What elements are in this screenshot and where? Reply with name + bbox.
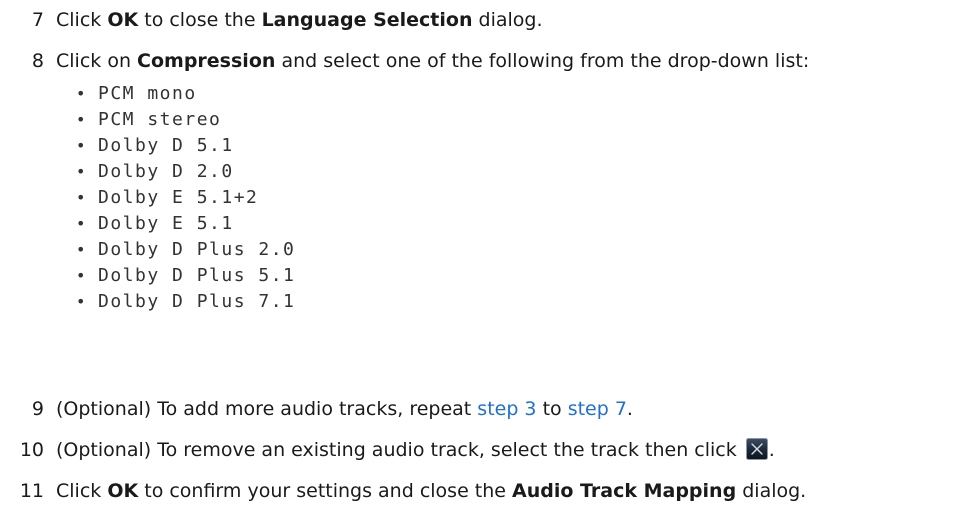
close-x-icon[interactable] [745, 438, 768, 460]
list-item: • Dolby D Plus 5.1 [76, 263, 295, 289]
step-number: 11 [19, 480, 44, 502]
step-text-part: to confirm your settings and close the [138, 480, 513, 502]
dialog-name: Audio Track Mapping [512, 480, 737, 502]
step-3-link[interactable]: step 3 [477, 398, 536, 420]
option-text: PCM stereo [98, 109, 222, 130]
list-item: • Dolby D 2.0 [76, 159, 295, 185]
dialog-name: Language Selection [261, 9, 473, 31]
option-text: Dolby D Plus 5.1 [98, 265, 296, 286]
ok-label: OK [107, 9, 139, 31]
option-text: PCM mono [98, 83, 197, 104]
option-text: Dolby E 5.1 [98, 213, 234, 234]
bullet-icon: • [76, 240, 86, 259]
step-number: 7 [31, 9, 44, 31]
step-text-part: (Optional) To add more audio tracks, rep… [56, 398, 478, 420]
list-item: • Dolby E 5.1+2 [76, 185, 295, 211]
step-number: 9 [31, 398, 44, 420]
bullet-icon: • [76, 162, 86, 181]
step-text-part: dialog. [472, 9, 543, 31]
compression-label: Compression [137, 50, 276, 72]
bullet-icon: • [76, 188, 86, 207]
bullet-icon: • [76, 214, 86, 233]
ok-label: OK [107, 480, 139, 502]
step-text: Click on Compression and select one of t… [56, 48, 809, 74]
step-text-part: dialog. [736, 480, 807, 502]
list-item: • Dolby D 5.1 [76, 133, 295, 159]
step-text-part: and select one of the following from the… [275, 50, 810, 72]
step-number: 10 [19, 439, 44, 461]
option-text: Dolby D 2.0 [98, 161, 234, 182]
document-page: 7 Click OK to close the Language Selecti… [0, 0, 972, 515]
option-text: Dolby D Plus 7.1 [98, 291, 296, 312]
step-text: Click OK to close the Language Selection… [56, 7, 543, 33]
step-text-part: . [768, 439, 775, 461]
step-text-part: Click [56, 9, 108, 31]
step-text-part: . [626, 398, 633, 420]
step-text-part: to close the [138, 9, 262, 31]
list-item: • Dolby D Plus 2.0 [76, 237, 295, 263]
bullet-icon: • [76, 292, 86, 311]
step-text: (Optional) To add more audio tracks, rep… [56, 396, 633, 422]
option-text: Dolby D Plus 2.0 [98, 239, 296, 260]
step-text-part: Click on [56, 50, 138, 72]
bullet-icon: • [76, 136, 86, 155]
step-text-part: (Optional) To remove an existing audio t… [56, 439, 743, 461]
step-text-part: Click [56, 480, 108, 502]
step-number: 8 [31, 50, 44, 72]
list-item: • PCM mono [76, 81, 295, 107]
list-item: • Dolby D Plus 7.1 [76, 289, 295, 315]
list-item: • Dolby E 5.1 [76, 211, 295, 237]
bullet-icon: • [76, 110, 86, 129]
step-text: Click OK to confirm your settings and cl… [56, 478, 806, 504]
option-text: Dolby E 5.1+2 [98, 187, 259, 208]
bullet-icon: • [76, 84, 86, 103]
step-text-part: to [536, 398, 568, 420]
step-7-link[interactable]: step 7 [568, 398, 627, 420]
bullet-icon: • [76, 266, 86, 285]
step-text: (Optional) To remove an existing audio t… [56, 437, 775, 463]
option-text: Dolby D 5.1 [98, 135, 234, 156]
list-item: • PCM stereo [76, 107, 295, 133]
compression-options-list: • PCM mono • PCM stereo • Dolby D 5.1 • Dolb… [76, 81, 295, 315]
